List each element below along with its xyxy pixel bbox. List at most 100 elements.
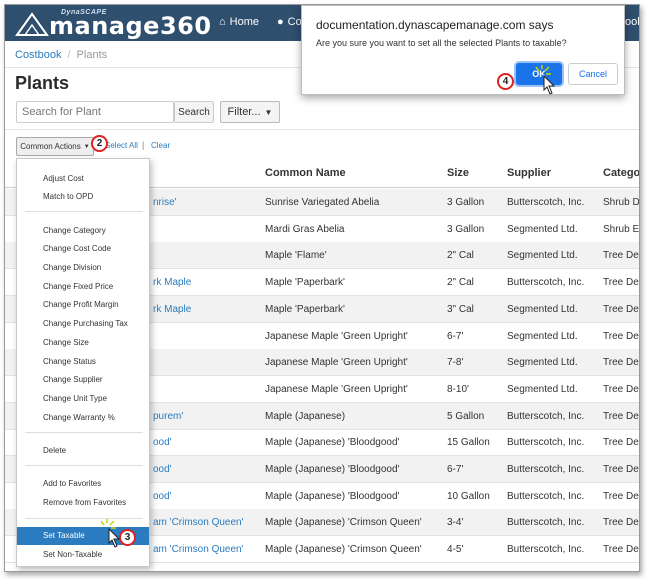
cell-category: Tree De bbox=[603, 383, 639, 395]
callout-step-4: 4 bbox=[497, 73, 514, 90]
cell-botanical-name[interactable]: rk Maple bbox=[153, 277, 191, 288]
menu-item-change-cost-code[interactable]: Change Cost Code bbox=[17, 240, 149, 258]
cell-size: 2" Cal bbox=[447, 250, 474, 262]
menu-divider bbox=[25, 211, 143, 212]
cell-botanical-name[interactable]: ood' bbox=[153, 491, 172, 502]
cell-botanical-name[interactable]: purem' bbox=[153, 411, 183, 422]
menu-item-change-supplier[interactable]: Change Supplier bbox=[17, 371, 149, 389]
menu-item-remove-favorites[interactable]: Remove from Favorites bbox=[17, 494, 149, 512]
common-actions-button[interactable]: Common Actions ▼ bbox=[16, 137, 94, 156]
column-header-category[interactable]: Categor bbox=[603, 167, 639, 179]
cell-common-name: Maple (Japanese) 'Bloodgood' bbox=[265, 464, 400, 475]
cell-category: Tree De bbox=[603, 517, 639, 529]
cell-category: Tree De bbox=[603, 357, 639, 369]
cell-botanical-name[interactable]: am 'Crimson Queen' bbox=[153, 544, 244, 555]
column-header-common-name[interactable]: Common Name bbox=[265, 167, 346, 179]
cell-supplier: Segmented Ltd. bbox=[507, 303, 578, 315]
menu-item-change-size[interactable]: Change Size bbox=[17, 334, 149, 352]
app-window: DynaSCAPE manage360 ⌂ Home ● Co ook Cost… bbox=[4, 4, 640, 572]
nav-item-cut[interactable]: ook bbox=[625, 16, 639, 28]
cell-common-name: Maple 'Flame' bbox=[265, 250, 327, 262]
menu-divider bbox=[25, 465, 143, 466]
cell-size: 3 Gallon bbox=[447, 197, 485, 208]
cell-category: Shrub D bbox=[603, 197, 640, 208]
caret-down-icon: ▼ bbox=[83, 143, 90, 150]
cell-category: Tree De bbox=[603, 330, 639, 342]
cell-common-name: Sunrise Variegated Abelia bbox=[265, 197, 380, 208]
link-separator: | bbox=[142, 140, 145, 150]
cancel-button[interactable]: Cancel bbox=[568, 63, 618, 85]
app-logo[interactable]: DynaSCAPE manage360 bbox=[15, 9, 211, 39]
cell-common-name: Japanese Maple 'Green Upright' bbox=[265, 383, 408, 395]
cell-category: Tree De bbox=[603, 410, 639, 422]
nav-item2-label: Co bbox=[287, 16, 302, 28]
cell-category: Shrub E bbox=[603, 223, 640, 235]
column-header-size[interactable]: Size bbox=[447, 167, 469, 179]
cell-common-name: Maple (Japanese) bbox=[265, 410, 346, 422]
logo-mountain-icon bbox=[15, 12, 49, 36]
cell-supplier: Butterscotch, Inc. bbox=[507, 197, 585, 208]
nav-item3-label: ook bbox=[625, 16, 639, 28]
cell-size: 15 Gallon bbox=[447, 437, 490, 449]
menu-item-change-status[interactable]: Change Status bbox=[17, 353, 149, 371]
cell-botanical-name[interactable]: ood' bbox=[153, 437, 172, 448]
breadcrumb-separator: / bbox=[67, 49, 71, 61]
cell-botanical-name[interactable]: nrise' bbox=[153, 197, 177, 208]
caret-down-icon: ▼ bbox=[264, 107, 273, 117]
cell-common-name: Maple 'Paperbark' bbox=[265, 303, 345, 315]
cell-size: 2" Cal bbox=[447, 277, 474, 289]
filter-button[interactable]: Filter... ▼ bbox=[220, 101, 280, 123]
cell-supplier: Butterscotch, Inc. bbox=[507, 517, 585, 529]
search-input[interactable] bbox=[16, 101, 174, 123]
cell-common-name: Maple (Japanese) 'Crimson Queen' bbox=[265, 544, 422, 556]
nav-costbook[interactable]: ● Co bbox=[277, 16, 302, 28]
cell-supplier: Segmented Ltd. bbox=[507, 330, 578, 342]
cell-category: Tree De bbox=[603, 464, 639, 475]
clear-link[interactable]: Clear bbox=[151, 141, 170, 150]
cell-category: Tree De bbox=[603, 250, 639, 262]
cell-botanical-name[interactable]: am 'Crimson Queen' bbox=[153, 517, 244, 528]
menu-item-change-category[interactable]: Change Category bbox=[17, 222, 149, 240]
dialog-title: documentation.dynascapemanage.com says bbox=[316, 18, 554, 32]
callout-step-2: 2 bbox=[91, 135, 108, 152]
divider bbox=[5, 129, 639, 130]
menu-item-change-profit-margin[interactable]: Change Profit Margin bbox=[17, 296, 149, 314]
menu-item-change-division[interactable]: Change Division bbox=[17, 259, 149, 277]
nav-home-label: Home bbox=[229, 16, 259, 28]
menu-item-change-unit-type[interactable]: Change Unit Type bbox=[17, 390, 149, 408]
cell-size: 5 Gallon bbox=[447, 410, 485, 422]
confirm-dialog: documentation.dynascapemanage.com says A… bbox=[301, 5, 625, 95]
breadcrumb: Costbook / Plants bbox=[15, 49, 107, 61]
menu-item-set-non-taxable[interactable]: Set Non-Taxable bbox=[17, 546, 149, 564]
select-all-link[interactable]: Select All bbox=[105, 141, 138, 150]
cell-size: 6-7' bbox=[447, 330, 464, 342]
cell-common-name: Japanese Maple 'Green Upright' bbox=[265, 330, 408, 342]
cell-botanical-name[interactable]: rk Maple bbox=[153, 304, 191, 315]
cell-size: 6-7' bbox=[447, 464, 464, 475]
cell-supplier: Butterscotch, Inc. bbox=[507, 464, 585, 475]
cell-common-name: Japanese Maple 'Green Upright' bbox=[265, 357, 408, 369]
menu-item-change-warranty[interactable]: Change Warranty % bbox=[17, 409, 149, 427]
cell-size: 3 Gallon bbox=[447, 223, 485, 235]
nav-home[interactable]: ⌂ Home bbox=[219, 16, 259, 28]
column-header-supplier[interactable]: Supplier bbox=[507, 167, 551, 179]
cell-supplier: Segmented Ltd. bbox=[507, 250, 578, 262]
search-button[interactable]: Search bbox=[174, 101, 214, 123]
menu-item-change-purchasing-tax[interactable]: Change Purchasing Tax bbox=[17, 315, 149, 333]
menu-item-delete[interactable]: Delete bbox=[17, 442, 149, 460]
dialog-message: Are you sure you want to set all the sel… bbox=[316, 38, 567, 48]
menu-divider bbox=[25, 432, 143, 433]
menu-item-adjust-cost[interactable]: Adjust Cost bbox=[17, 170, 149, 188]
cell-common-name: Maple (Japanese) 'Bloodgood' bbox=[265, 437, 400, 449]
cell-supplier: Butterscotch, Inc. bbox=[507, 277, 585, 289]
pointer-cursor-icon bbox=[101, 519, 121, 548]
cell-category: Tree De bbox=[603, 490, 639, 502]
menu-item-add-favorites[interactable]: Add to Favorites bbox=[17, 475, 149, 493]
menu-item-match-to-opd[interactable]: Match to OPD bbox=[17, 188, 149, 206]
cell-common-name: Maple 'Paperbark' bbox=[265, 277, 345, 289]
cell-botanical-name[interactable]: ood' bbox=[153, 464, 172, 475]
cell-size: 8-10' bbox=[447, 383, 469, 395]
breadcrumb-costbook[interactable]: Costbook bbox=[15, 49, 61, 61]
menu-item-change-fixed-price[interactable]: Change Fixed Price bbox=[17, 278, 149, 296]
cell-common-name: Maple (Japanese) 'Crimson Queen' bbox=[265, 517, 422, 529]
